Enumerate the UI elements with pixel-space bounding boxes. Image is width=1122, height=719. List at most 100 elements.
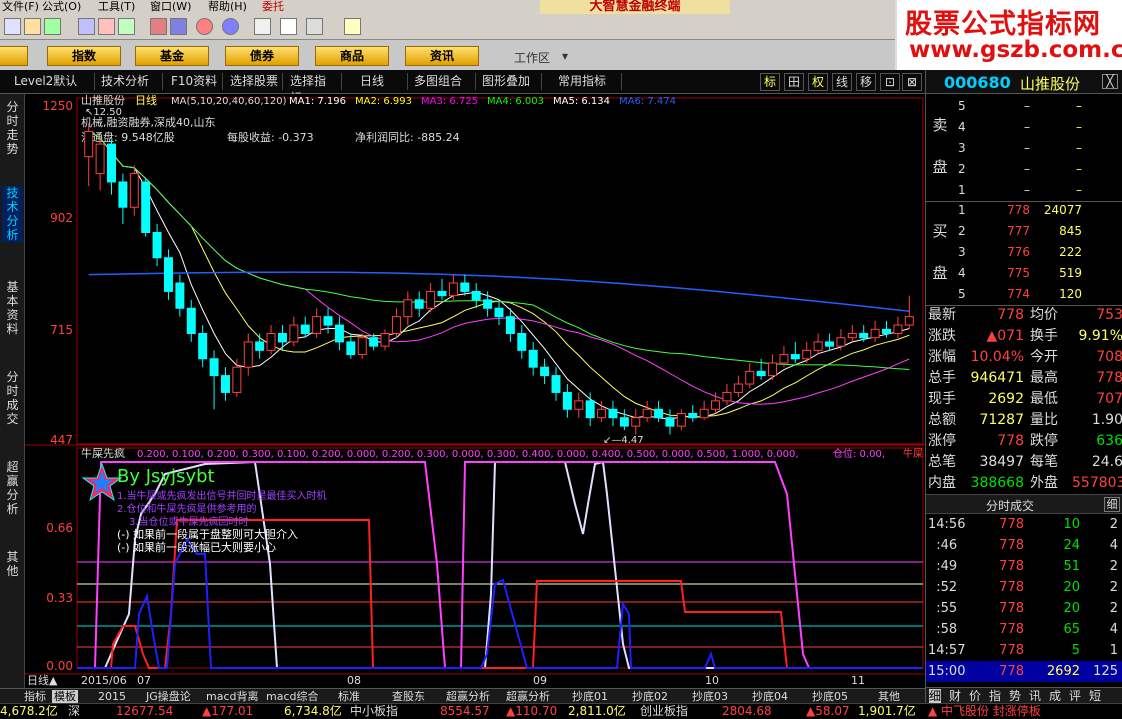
workspace-label[interactable]: 工作区 [514, 49, 550, 66]
ltab-intraday[interactable]: 分时走势 [2, 100, 23, 156]
x-label-2: 08 [347, 674, 361, 687]
rtab-deal[interactable]: 成 [1049, 689, 1061, 703]
f10-button[interactable]: F10资料 [167, 73, 223, 90]
stock-name: 山推股份 [1020, 75, 1081, 93]
kline-chart[interactable]: 1250 902 715 447 山推股份 日线 MA(5,10,20,40,6… [25, 93, 925, 688]
circle-icon[interactable] [170, 18, 187, 35]
ask-row-3[interactable]: 3– – [926, 138, 1122, 159]
ask-row-4[interactable]: 4– – [926, 117, 1122, 138]
bid-row-2[interactable]: 2 777 845 [926, 221, 1122, 242]
bid-row-4[interactable]: 4 775 519 [926, 263, 1122, 284]
layout-select[interactable]: Level2默认 [10, 73, 95, 90]
close-chart-button[interactable]: ⊠ [902, 73, 922, 91]
rtab-index[interactable]: 指 [989, 689, 1001, 703]
btab-standard[interactable]: 标准 [338, 690, 360, 703]
bid-row-5[interactable]: 5 774 120 [926, 284, 1122, 305]
btab-jg[interactable]: JG操盘论 [146, 690, 191, 703]
btab-other[interactable]: 其他 [878, 690, 900, 703]
select-stock-button[interactable]: 选择股票 [226, 73, 283, 90]
rights-button[interactable]: 权 [808, 73, 828, 91]
overlay-button[interactable]: 图形叠加 [478, 73, 542, 90]
mark-button[interactable]: 标 [760, 73, 780, 91]
tab-stock[interactable]: 股 [0, 46, 28, 66]
ma-label-5: MA5: 6.134 [553, 96, 610, 107]
rtab-fin[interactable]: 财 [949, 689, 961, 703]
line-button[interactable]: 线 [832, 73, 852, 91]
select-indicator-button[interactable]: 选择指标 [286, 73, 342, 105]
heart-icon[interactable] [150, 18, 167, 35]
rtab-detail[interactable]: 细 [929, 689, 942, 703]
chart-icon[interactable] [118, 18, 135, 35]
ask-row-2[interactable]: 2– – [926, 159, 1122, 180]
y-label-3: 715 [50, 323, 73, 337]
rtab-price[interactable]: 价 [969, 689, 981, 703]
bid-row-3[interactable]: 3 776 222 [926, 242, 1122, 263]
btab-bottom5[interactable]: 抄底05 [812, 690, 848, 703]
btab-bottom1[interactable]: 抄底01 [572, 690, 608, 703]
menu-file[interactable]: 文件(F) [2, 0, 39, 14]
ltab-fundamentals[interactable]: 基本资料 [2, 280, 23, 336]
tab-news[interactable]: 资讯 [405, 46, 479, 66]
analysis-toolbar: Level2默认 技术分析 F10资料 选择股票 选择指标 日线 多图组合 图形… [0, 70, 925, 105]
btab-super1[interactable]: 超赢分析 [446, 690, 490, 703]
record-icon[interactable] [196, 18, 213, 35]
exit-icon[interactable] [4, 18, 21, 35]
btab-bottom2[interactable]: 抄底02 [632, 690, 668, 703]
btab-2015[interactable]: 2015 [98, 690, 126, 703]
btab-bottom4[interactable]: 抄底04 [752, 690, 788, 703]
tab-commodity[interactable]: 商品 [315, 46, 389, 66]
window-icon[interactable] [24, 18, 41, 35]
status-sme-amount: 6,734.8亿 [284, 704, 342, 718]
tech-analysis-button[interactable]: 技术分析 [97, 73, 163, 90]
ma-params: MA(5,10,20,40,60,120) [171, 96, 287, 107]
multi-chart-button[interactable]: 多图组合 [410, 73, 476, 90]
grid2-icon[interactable] [306, 18, 323, 35]
doc-icon[interactable] [254, 18, 271, 35]
ask-row-5[interactable]: 5– – [926, 96, 1122, 117]
period-button[interactable]: 日线▲ [27, 673, 58, 687]
binoculars-icon[interactable] [78, 18, 95, 35]
workspace-dropdown-icon[interactable]: ▾ [562, 49, 568, 63]
rtab-trend[interactable]: 势 [1009, 689, 1021, 703]
btab-bottom3[interactable]: 抄底03 [692, 690, 728, 703]
bid-row-1[interactable]: 1 778 24077 [926, 200, 1122, 221]
btab-template[interactable]: 模板 [52, 690, 78, 703]
ticks-detail-button[interactable]: 细 [1104, 497, 1120, 512]
book-icon[interactable] [98, 18, 115, 35]
stock-icon[interactable] [44, 18, 61, 35]
tab-fund[interactable]: 基金 [135, 46, 209, 66]
ltab-technical[interactable]: 技术分析 [2, 186, 23, 242]
move-button[interactable]: 移 [856, 73, 876, 91]
grid-icon[interactable] [280, 18, 297, 35]
globe-icon[interactable] [222, 18, 239, 35]
btab-super2[interactable]: 超赢分析 [506, 690, 550, 703]
ltab-ticks[interactable]: 分时成交 [2, 370, 23, 426]
tab-index[interactable]: 指数 [47, 46, 121, 66]
chart-area[interactable]: 1250 902 715 447 山推股份 日线 MA(5,10,20,40,6… [25, 93, 925, 688]
rtab-short[interactable]: 短 [1089, 689, 1101, 703]
menu-tools[interactable]: 工具(T) [98, 0, 135, 14]
rtab-review[interactable]: 评 [1069, 689, 1081, 703]
cursor-help-icon[interactable] [344, 18, 361, 35]
grid-button[interactable]: 田 [784, 73, 804, 91]
ltab-other[interactable]: 其他 [2, 550, 23, 578]
menu-formula[interactable]: 公式(O) [42, 0, 81, 14]
ask-row-1[interactable]: 1– – [926, 180, 1122, 201]
y-label-bottom: 447 [50, 433, 73, 447]
common-indicator-button[interactable]: 常用指标 [554, 73, 622, 90]
ltab-super[interactable]: 超赢分析 [2, 460, 23, 516]
period-select[interactable]: 日线 [356, 73, 408, 90]
menu-window[interactable]: 窗口(W) [150, 0, 191, 14]
rtab-news[interactable]: 讯 [1029, 689, 1041, 703]
restore-button[interactable]: ⊡ [880, 73, 900, 91]
btab-macd-bd[interactable]: macd背离 [206, 690, 259, 703]
menu-trade[interactable]: 委托 [262, 0, 284, 14]
btab-check[interactable]: 查股东 [392, 690, 425, 703]
tab-bond[interactable]: 债券 [225, 46, 299, 66]
close-panel-icon[interactable]: ╳ [1102, 74, 1118, 89]
btab-indicator[interactable]: 指标 [24, 690, 46, 703]
menu-help[interactable]: 帮助(H) [208, 0, 247, 14]
ma-label-2: MA2: 6.993 [355, 96, 412, 107]
stock-code: 000680 [944, 73, 1011, 92]
btab-macd-all[interactable]: macd综合 [266, 690, 319, 703]
